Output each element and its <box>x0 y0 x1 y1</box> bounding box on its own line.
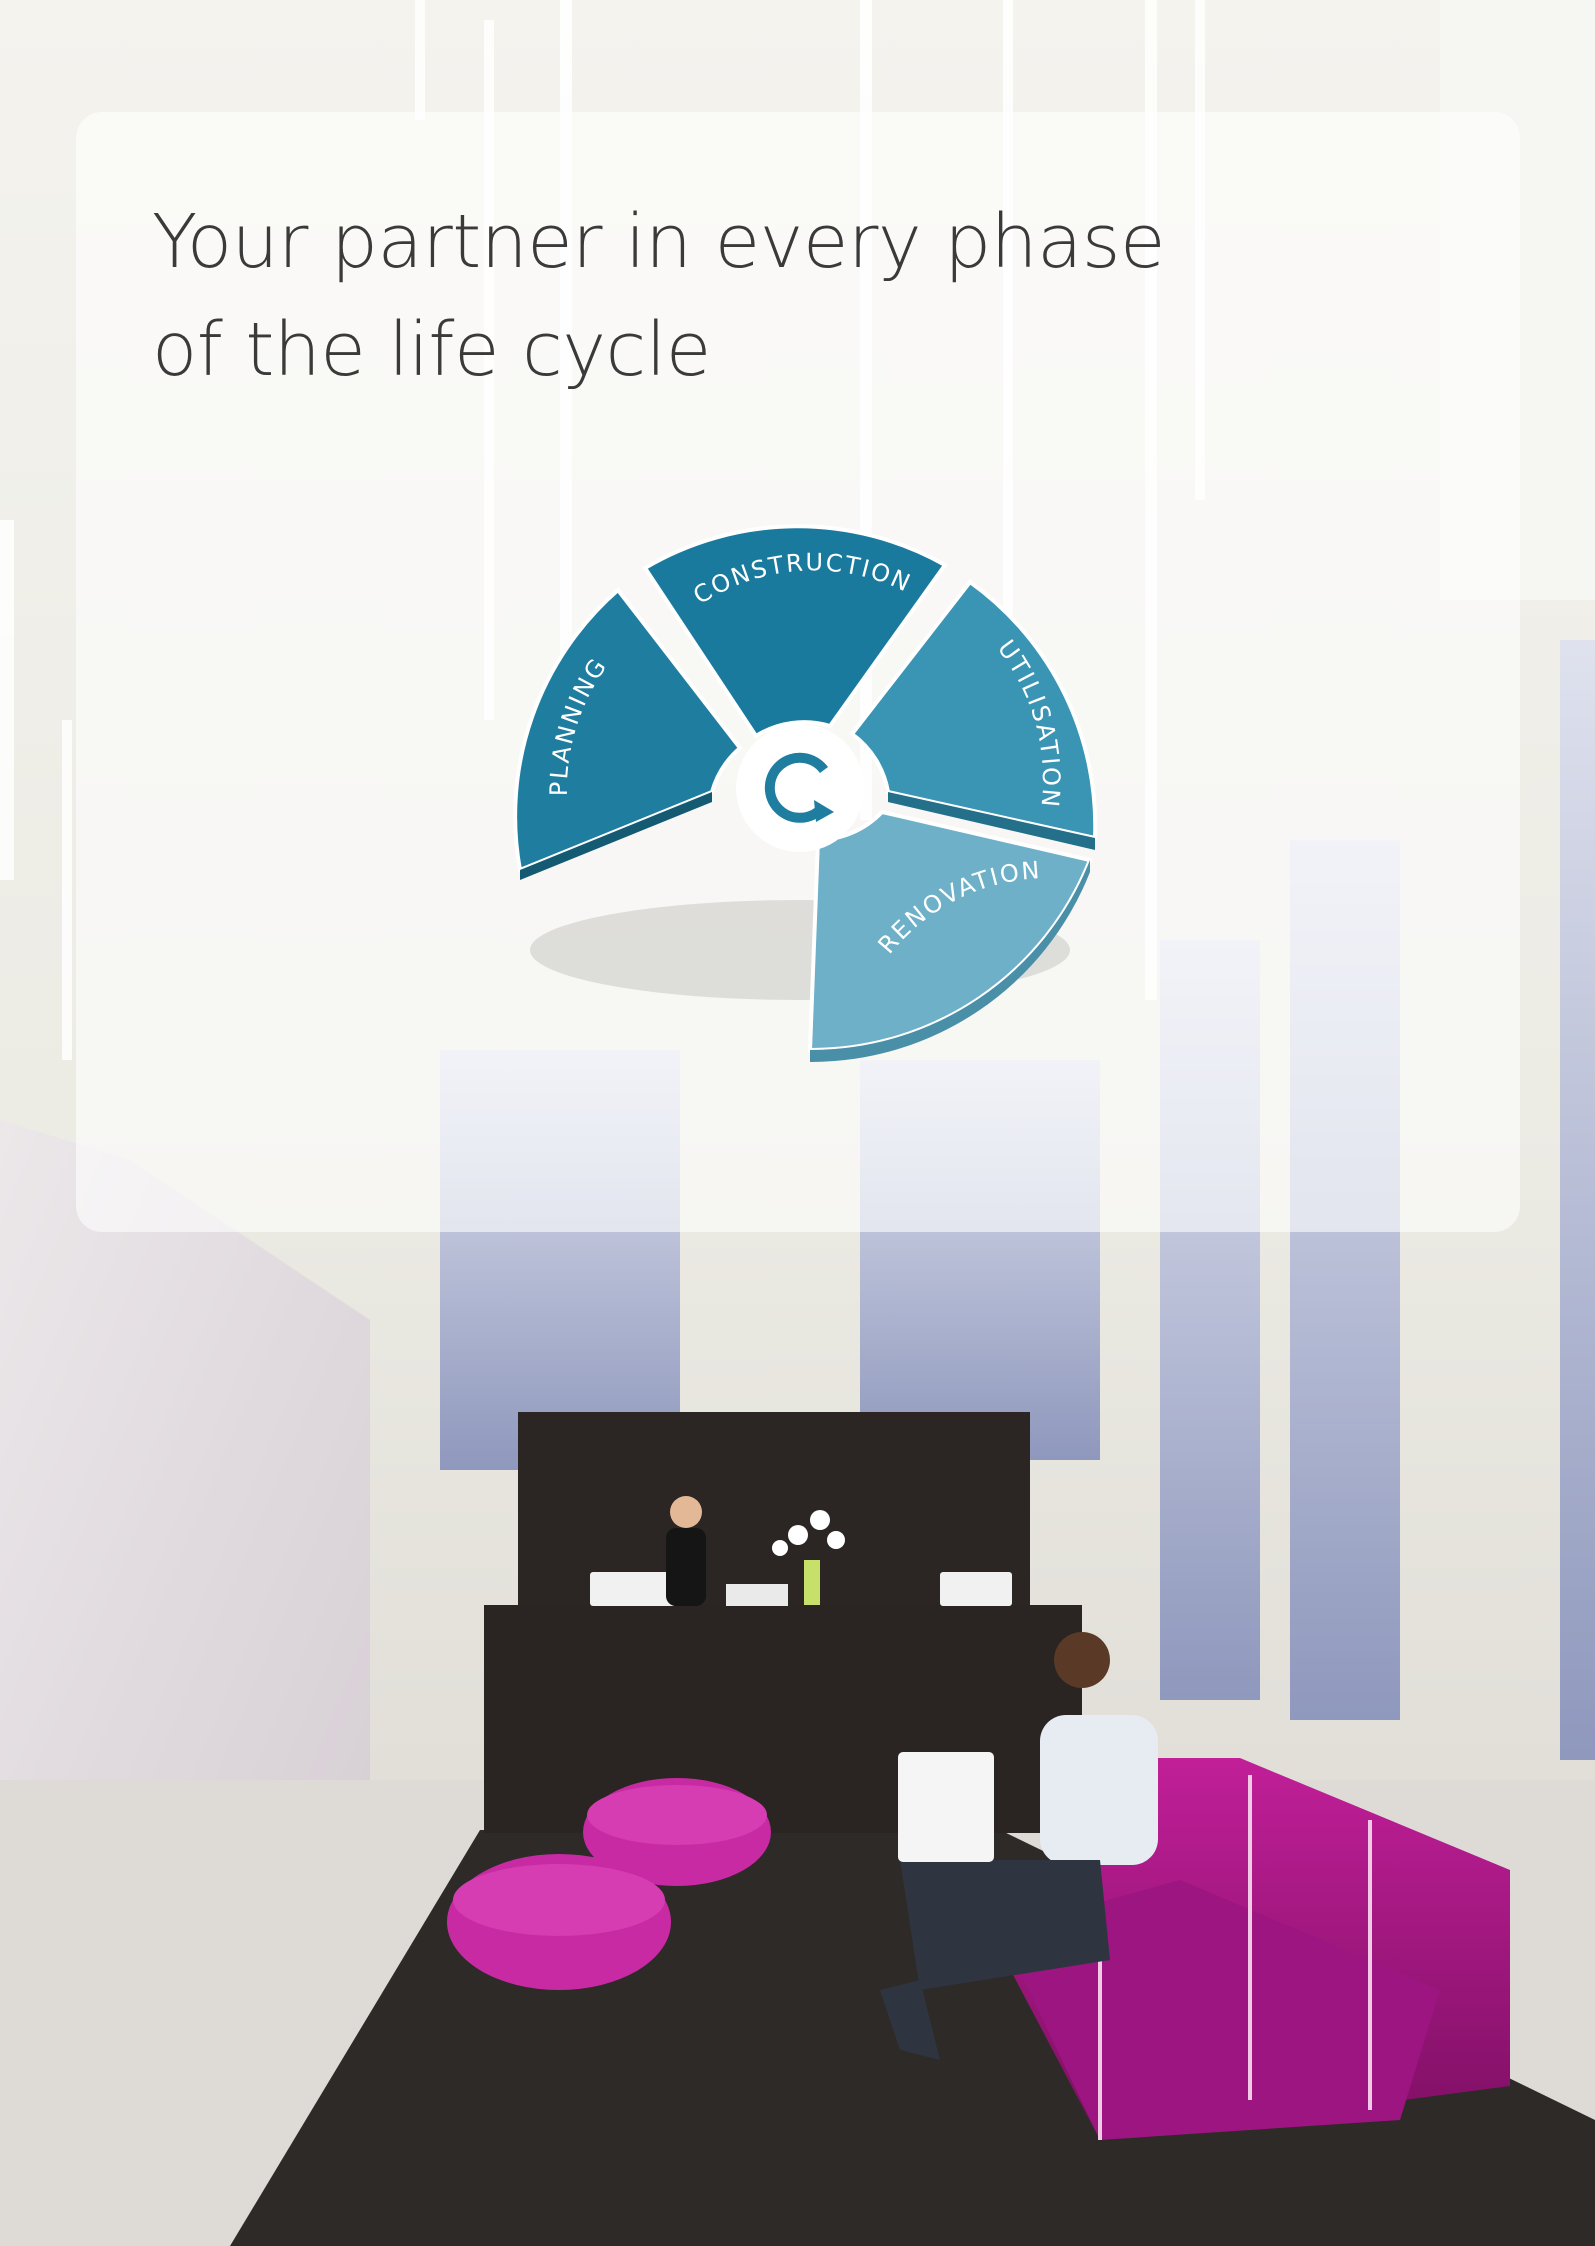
receptionist-figure <box>666 1496 706 1606</box>
title-line-2: of the life cycle <box>152 307 711 393</box>
center-hub <box>736 724 864 852</box>
phase-segment-renovation <box>807 809 1093 1053</box>
page-title: Your partner in every phase of the life … <box>152 188 1166 404</box>
title-line-1: Your partner in every phase <box>152 199 1166 285</box>
life-cycle-diagram: PLANNING CONSTRUCTION UTILISATION RENOVA… <box>513 524 1098 1063</box>
